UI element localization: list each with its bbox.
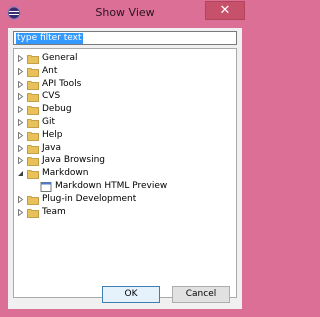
view-tree[interactable]: General Ant API Tools CVS Debug Git Help Java Ja… — [13, 48, 237, 298]
expand-arrow-icon[interactable] — [16, 52, 26, 65]
tree-folder-item[interactable]: General — [14, 52, 234, 65]
expand-arrow-icon[interactable] — [16, 116, 26, 129]
tree-item-label: Help — [42, 129, 63, 140]
folder-icon — [27, 55, 39, 64]
folder-icon — [27, 208, 39, 218]
tree-item-label: API Tools — [42, 78, 82, 89]
filter-text-value: type filter text — [16, 33, 83, 44]
tree-leaf-item[interactable]: Markdown HTML Preview — [14, 180, 234, 193]
tree-folder-item[interactable]: Debug — [14, 103, 234, 116]
tree-folder-item[interactable]: Markdown — [14, 167, 234, 180]
collapse-arrow-icon[interactable] — [16, 167, 26, 180]
tree-item-label: Git — [42, 117, 56, 127]
folder-icon — [27, 144, 39, 154]
dialog-body: type filter text General Ant API Tools CVS D… — [8, 28, 242, 309]
expand-arrow-icon[interactable] — [16, 154, 26, 167]
folder-icon — [27, 157, 39, 167]
filter-input[interactable]: type filter text — [13, 31, 237, 45]
tree-folder-item[interactable]: Plug-in Development — [14, 193, 234, 206]
folder-icon — [27, 170, 39, 180]
tree-item-label: Java Browsing — [42, 155, 106, 166]
close-button[interactable]: ✕ — [205, 1, 245, 20]
tree-item-label: CVS — [42, 91, 61, 102]
tree-folder-item[interactable]: Java Browsing — [14, 154, 234, 167]
tree-item-label: Markdown — [42, 168, 89, 179]
expand-arrow-icon[interactable] — [16, 193, 26, 206]
ok-button[interactable]: OK — [102, 286, 160, 303]
tree-item-label: Team — [42, 206, 66, 217]
tree-item-label: Java — [42, 142, 62, 153]
tree-folder-item[interactable]: Help — [14, 129, 234, 142]
tree-folder-item[interactable]: Git — [14, 116, 234, 129]
expand-arrow-icon[interactable] — [16, 129, 26, 142]
tree-folder-item[interactable]: Ant — [14, 65, 234, 78]
tree-item-label: Ant — [42, 65, 58, 76]
tree-item-label: Markdown HTML Preview — [55, 181, 168, 191]
folder-icon — [27, 119, 39, 128]
tree-folder-item[interactable]: CVS — [14, 90, 234, 103]
cancel-button[interactable]: Cancel — [172, 286, 230, 303]
show-view-dialog: Show View ✕ type filter text General Ant A… — [0, 0, 250, 317]
folder-icon — [27, 93, 39, 103]
tree-item-label: Plug-in Development — [42, 193, 137, 204]
expand-arrow-icon[interactable] — [16, 65, 26, 78]
expand-arrow-icon[interactable] — [16, 142, 26, 155]
folder-icon — [27, 67, 39, 77]
tree-folder-item[interactable]: Java — [14, 142, 234, 155]
expand-arrow-icon[interactable] — [16, 78, 26, 91]
folder-icon — [27, 131, 39, 141]
expand-arrow-icon[interactable] — [16, 206, 26, 219]
tree-folder-item[interactable]: API Tools — [14, 78, 234, 91]
folder-icon — [27, 195, 39, 205]
folder-icon — [27, 106, 39, 116]
tree-item-label: Debug — [42, 104, 72, 115]
view-icon — [40, 182, 52, 192]
tree-folder-item[interactable]: Team — [14, 206, 234, 219]
tree-item-label: General — [42, 53, 78, 63]
folder-icon — [27, 80, 39, 90]
close-icon: ✕ — [219, 3, 231, 18]
title-bar[interactable]: Show View ✕ — [0, 0, 250, 27]
expand-arrow-icon[interactable] — [16, 103, 26, 116]
expand-arrow-icon[interactable] — [16, 90, 26, 103]
